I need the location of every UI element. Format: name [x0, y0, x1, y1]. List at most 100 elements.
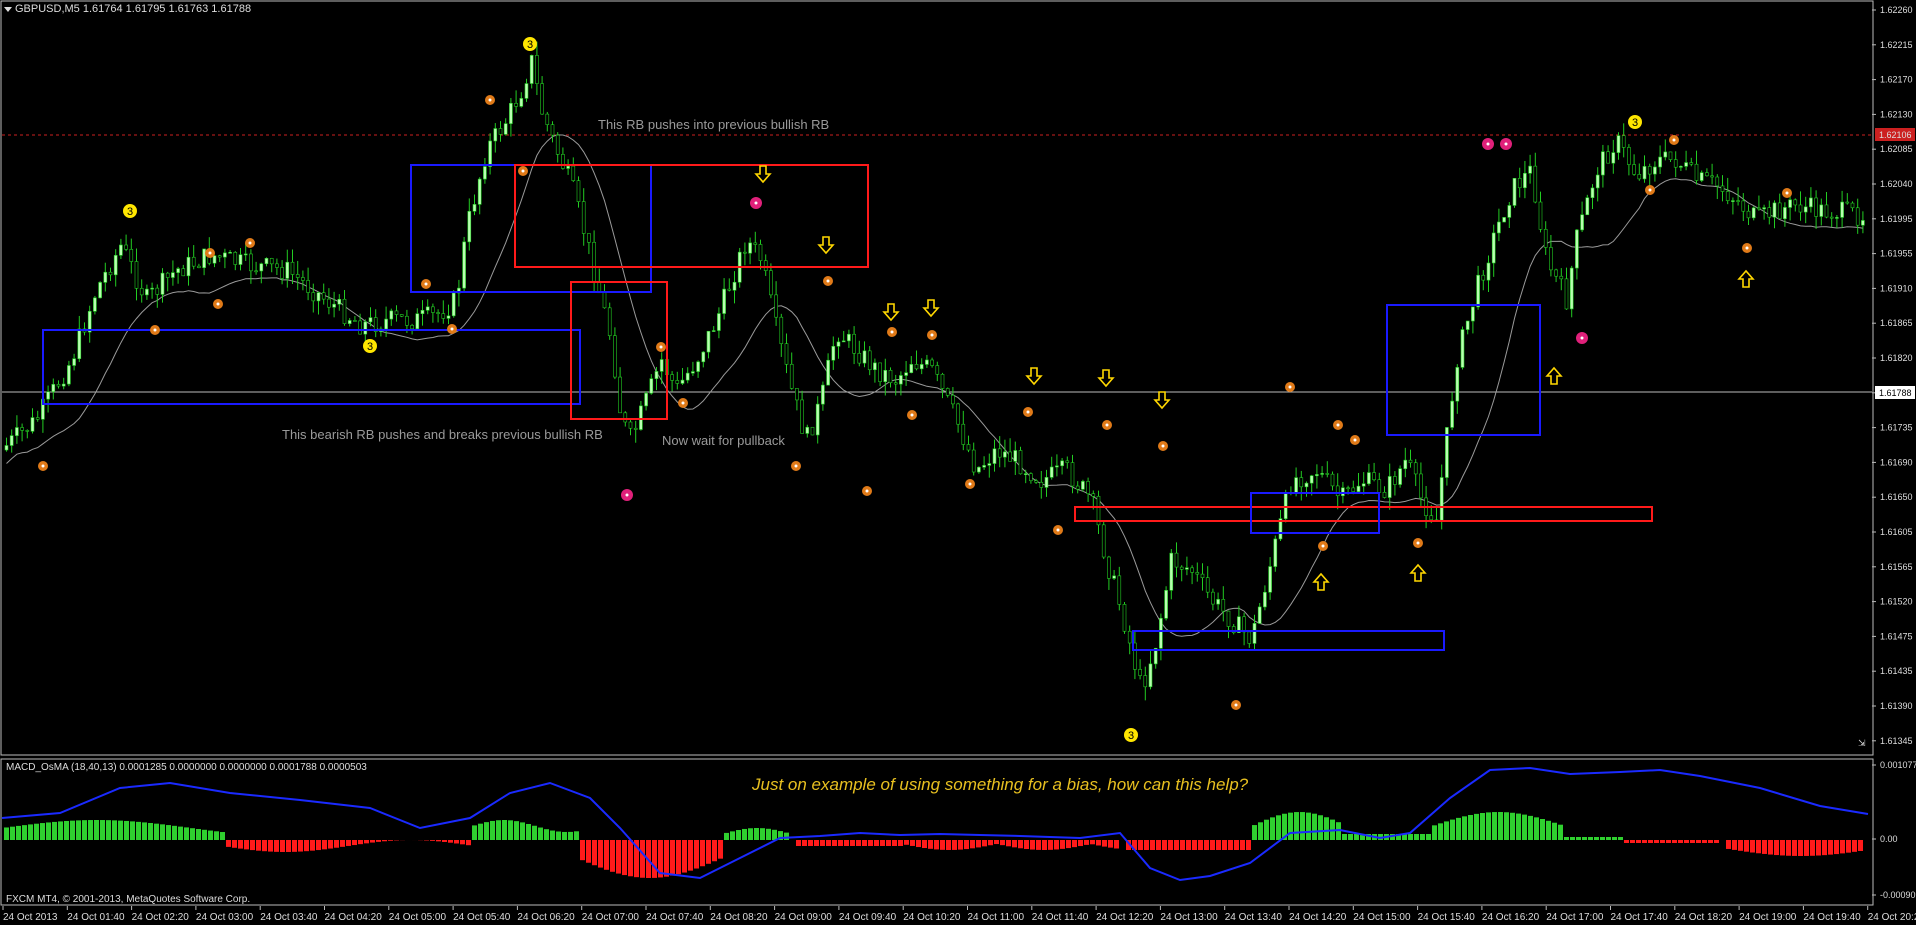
svg-text:3: 3: [367, 341, 373, 353]
osma-bar: [1234, 840, 1239, 850]
osma-bar: [574, 831, 579, 840]
osma-bar: [1660, 840, 1665, 843]
oscillator-tick-label: -0.000909: [1880, 890, 1916, 900]
orange-marker: [887, 327, 897, 337]
price-tick-label: 1.62130: [1880, 109, 1913, 119]
chart-header: GBPUSD,M5 1.61764 1.61795 1.61763 1.6178…: [15, 3, 252, 15]
osma-bar: [970, 840, 975, 849]
osma-bar: [1528, 815, 1533, 840]
candle: [1122, 602, 1127, 634]
osma-bar: [1846, 840, 1851, 853]
osma-bar: [1204, 840, 1209, 850]
chart-shift-icon[interactable]: ⇲: [1858, 738, 1866, 748]
osma-bar: [1066, 840, 1071, 849]
time-tick-label: 24 Oct 05:40: [453, 912, 511, 923]
osma-bar: [982, 840, 987, 847]
osma-bar: [760, 828, 765, 840]
price-chart[interactable]: 3 3 3 3 3 1.62260 1.62215 1.62170 1.62130 1.6208…: [0, 0, 1916, 756]
osma-bar: [1732, 840, 1737, 850]
candle: [1101, 521, 1106, 560]
osma-bar: [652, 840, 657, 878]
osma-bar: [358, 840, 363, 845]
osma-bar: [1018, 840, 1023, 849]
osma-bar: [1678, 840, 1683, 843]
osma-bar: [730, 831, 735, 840]
osma-bar: [22, 825, 27, 840]
osma-bar: [988, 840, 993, 846]
osma-bar: [1486, 812, 1491, 840]
price-tick-label: 1.61995: [1880, 214, 1913, 224]
osma-bar: [580, 840, 585, 861]
osma-bar: [784, 832, 789, 840]
osma-bar: [880, 840, 885, 846]
osma-bar: [310, 840, 315, 851]
orange-marker: [1285, 382, 1295, 392]
orange-marker: [1669, 135, 1679, 145]
current-price-tag: 1.61788: [1875, 386, 1915, 399]
time-tick-label: 24 Oct 03:40: [260, 912, 318, 923]
osma-bar: [208, 830, 213, 840]
osma-bar: [934, 840, 939, 850]
osma-bar: [538, 827, 543, 840]
osma-bar: [130, 821, 135, 840]
osma-bar: [676, 840, 681, 875]
candle: [1018, 446, 1023, 475]
osma-bar: [1690, 840, 1695, 843]
osma-bar: [136, 821, 141, 840]
osma-bar: [238, 840, 243, 849]
time-tick-label: 24 Oct 09:40: [839, 912, 897, 923]
oscillator-tick-label: 0.00: [1880, 834, 1898, 844]
annotation-top: This RB pushes into previous bullish RB: [598, 117, 830, 132]
fractal-marker: 3: [123, 204, 137, 218]
osma-bar: [544, 829, 549, 840]
osma-bar: [460, 840, 465, 845]
price-tick-label: 1.61345: [1880, 736, 1913, 746]
osma-bar: [1072, 840, 1077, 848]
time-tick-label: 24 Oct 08:20: [710, 912, 768, 923]
chart-menu-icon[interactable]: [4, 7, 12, 12]
osma-bar: [844, 840, 849, 846]
osma-bar: [268, 840, 273, 852]
osma-bar: [1012, 840, 1017, 848]
pink-marker: [1576, 332, 1588, 344]
osma-bar: [1318, 815, 1323, 840]
osma-bar: [1654, 840, 1659, 843]
orange-marker: [1231, 700, 1241, 710]
osma-bar: [58, 821, 63, 840]
osma-bar: [826, 840, 831, 846]
osma-bar: [328, 840, 333, 849]
osma-bar: [1036, 840, 1041, 850]
orange-marker: [1053, 525, 1063, 535]
svg-text:3: 3: [1632, 117, 1638, 129]
osma-bar: [34, 823, 39, 840]
osma-bar: [1798, 840, 1803, 856]
price-tick-label: 1.62085: [1880, 144, 1913, 154]
price-tick-label: 1.61690: [1880, 457, 1913, 467]
osma-bar: [1618, 837, 1623, 840]
osma-bar: [1516, 813, 1521, 840]
osma-bar: [4, 827, 9, 840]
osma-bar: [1474, 813, 1479, 840]
osma-bar: [1444, 821, 1449, 840]
osma-bar: [1024, 840, 1029, 850]
osma-bar: [490, 820, 495, 840]
orange-marker: [245, 238, 255, 248]
osma-bar: [1858, 840, 1863, 851]
candle: [1445, 427, 1449, 486]
osma-bar: [694, 840, 699, 869]
orange-marker: [862, 486, 872, 496]
osma-bar: [376, 840, 381, 842]
osma-bar: [316, 840, 321, 851]
pink-marker: [621, 489, 633, 501]
osma-bar: [1552, 822, 1557, 840]
osma-bar: [322, 840, 327, 850]
orange-marker: [791, 461, 801, 471]
fractal-marker: 3: [1628, 115, 1642, 129]
orange-marker: [518, 166, 528, 176]
osma-bar: [868, 840, 873, 846]
osma-bar: [532, 825, 537, 840]
price-tick-label: 1.61865: [1880, 318, 1913, 328]
osma-bar: [364, 840, 369, 844]
osma-bar: [976, 840, 981, 848]
osma-bar: [454, 840, 459, 844]
